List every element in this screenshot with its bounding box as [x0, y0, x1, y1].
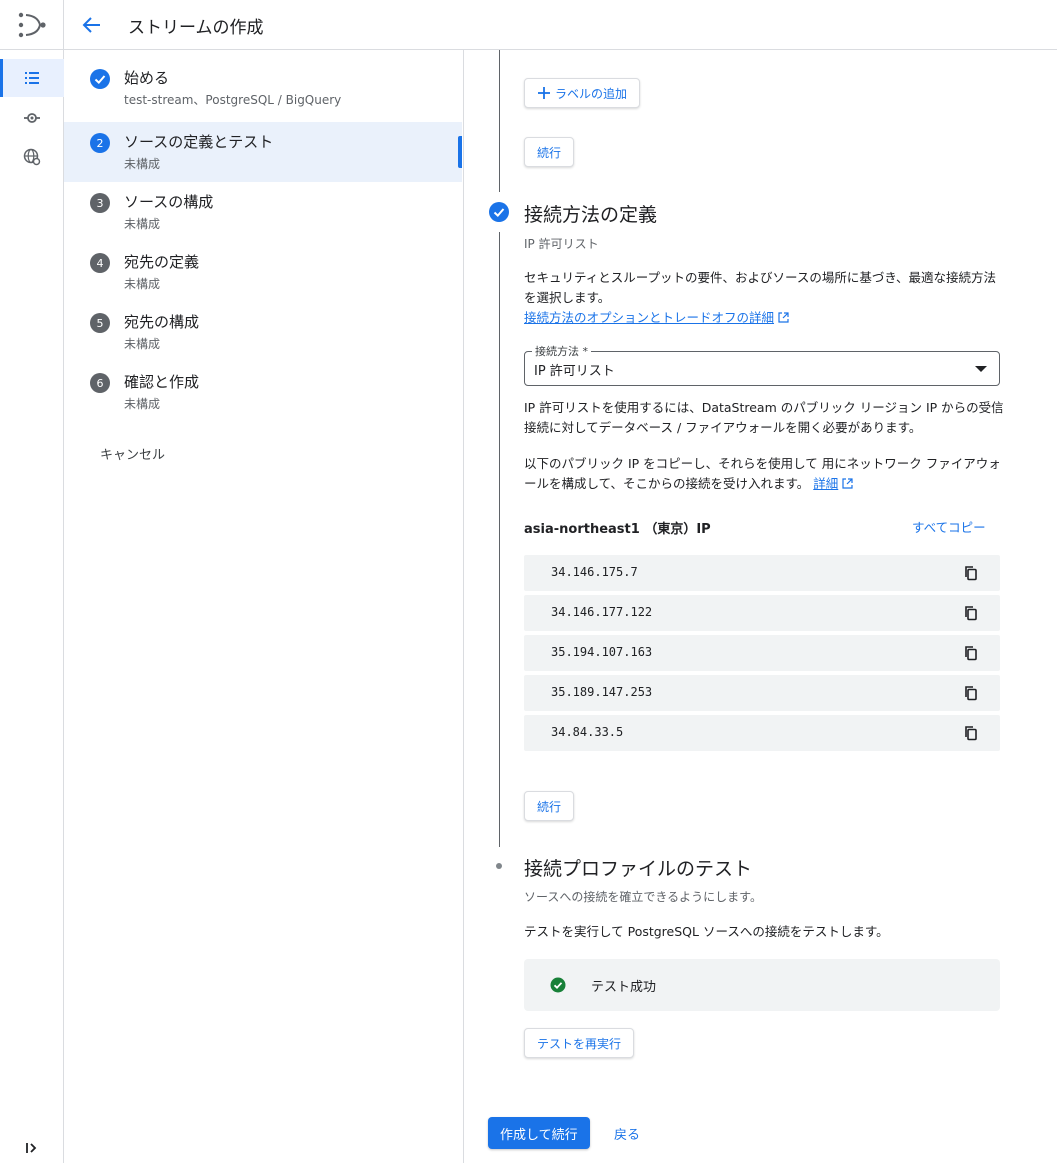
continue-button-labels[interactable]: 続行: [524, 137, 575, 167]
section-complete-check-icon: [489, 202, 509, 222]
connection-description-text: セキュリティとスループットの要件、およびソースの場所に基づき、最適な接続方法を選…: [524, 270, 997, 305]
page-title: ストリームの作成: [128, 18, 264, 38]
step-sublabel: 未構成: [124, 157, 161, 171]
copy-icon[interactable]: [963, 605, 979, 621]
connection-method-value: IP 許可リスト: [534, 364, 615, 379]
step-number: 3: [90, 193, 110, 213]
step-sublabel: 未構成: [124, 217, 161, 231]
test-result-text: テスト成功: [591, 980, 657, 995]
connection-description: セキュリティとスループットの要件、およびソースの場所に基づき、最適な接続方法を選…: [524, 268, 1004, 328]
step-sublabel: 未構成: [124, 337, 161, 351]
rail-private-connectivity[interactable]: [0, 138, 64, 176]
nav-rail: [0, 0, 64, 1163]
step-label: ソースの構成: [124, 193, 214, 211]
rail-connection-profiles[interactable]: [0, 99, 64, 137]
ip-address: 34.84.33.5: [551, 725, 624, 739]
step-configure-source[interactable]: 3 ソースの構成 未構成: [64, 182, 462, 242]
step-define-test-source[interactable]: 2 ソースの定義とテスト 未構成: [64, 122, 462, 182]
plus-icon: [538, 87, 550, 99]
rail-divider: [0, 49, 64, 50]
connection-profile-icon: [24, 113, 40, 123]
step-number: 2: [90, 133, 110, 153]
test-result-panel: テスト成功: [524, 959, 1000, 1011]
step-label: 宛先の構成: [124, 313, 200, 331]
connection-method-label: 接続方法 *: [532, 343, 591, 359]
step-number: 4: [90, 253, 110, 273]
copy-icon[interactable]: [963, 645, 979, 661]
copy-icon[interactable]: [963, 685, 979, 701]
create-continue-button[interactable]: 作成して続行: [488, 1117, 590, 1149]
stepper-line: [499, 50, 500, 192]
step-number: 6: [90, 373, 110, 393]
stepper-line: [499, 232, 500, 847]
ip-row: 35.189.147.253: [524, 675, 1000, 711]
step-pending-dot: [496, 863, 502, 869]
details-link[interactable]: 詳細: [813, 476, 838, 491]
step-label: 始める: [124, 69, 170, 87]
datastream-logo-icon[interactable]: [16, 10, 48, 40]
external-link-icon: [842, 478, 853, 489]
connection-method-title: 接続方法の定義: [524, 204, 658, 226]
cancel-button[interactable]: キャンセル: [100, 444, 165, 463]
step-define-destination[interactable]: 4 宛先の定義 未構成: [64, 242, 462, 302]
copy-all-button[interactable]: すべてコピー: [912, 517, 986, 536]
step-label: ソースの定義とテスト: [124, 133, 274, 151]
step-configure-destination[interactable]: 5 宛先の構成 未構成: [64, 302, 462, 362]
list-icon: [25, 72, 39, 84]
stepper-panel: 始める test-stream、PostgreSQL / BigQuery 2 …: [64, 50, 464, 1163]
connection-method-summary: IP 許可リスト: [524, 237, 599, 251]
test-connection-title: 接続プロファイルのテスト: [524, 858, 753, 880]
dropdown-arrow-icon: [975, 366, 987, 372]
ip-row: 34.146.175.7: [524, 555, 1000, 591]
step-sublabel: test-stream、PostgreSQL / BigQuery: [124, 93, 342, 107]
ip-address: 35.194.107.163: [551, 645, 653, 659]
back-button[interactable]: 戻る: [614, 1124, 640, 1143]
continue-button-connection[interactable]: 続行: [524, 791, 575, 821]
step-review-create[interactable]: 6 確認と作成 未構成: [64, 362, 462, 422]
ip-address: 34.146.177.122: [551, 605, 653, 619]
copy-icon[interactable]: [963, 565, 979, 581]
page-header: ストリームの作成: [64, 0, 1057, 50]
step-complete-check-icon: [90, 69, 110, 89]
step-number: 5: [90, 313, 110, 333]
step-label: 確認と作成: [124, 373, 200, 391]
connection-options-link[interactable]: 接続方法のオプションとトレードオフの詳細: [524, 310, 774, 325]
ip-address: 35.189.147.253: [551, 685, 653, 699]
ip-row: 34.84.33.5: [524, 715, 1000, 751]
add-label-text: ラベルの追加: [555, 86, 628, 101]
external-link-icon: [778, 312, 789, 323]
expand-rail-icon[interactable]: [24, 1140, 40, 1156]
add-label-button[interactable]: ラベルの追加: [524, 78, 641, 108]
copy-icon[interactable]: [963, 725, 979, 741]
connection-method-select[interactable]: 接続方法 * IP 許可リスト: [524, 343, 1000, 386]
back-arrow-icon[interactable]: [80, 13, 104, 37]
success-check-icon: [550, 977, 566, 993]
test-connection-subtitle: ソースへの接続を確立できるようにします。: [524, 890, 762, 904]
rail-streams[interactable]: [0, 59, 64, 97]
ip-row: 34.146.177.122: [524, 595, 1000, 631]
step-sublabel: 未構成: [124, 397, 161, 411]
region-ip-heading: asia-northeast1 （東京）IP: [524, 522, 711, 537]
step-label: 宛先の定義: [124, 253, 200, 271]
step-sublabel: 未構成: [124, 277, 161, 291]
main-content: ラベルの追加 続行 接続方法の定義 IP 許可リスト セキュリティとスループット…: [464, 50, 1057, 1163]
globe-settings-icon: [23, 148, 41, 166]
firewall-instructions-text: 以下のパブリック IP をコピーし、それらを使用して 用にネットワーク ファイア…: [524, 456, 1001, 491]
firewall-instructions: 以下のパブリック IP をコピーし、それらを使用して 用にネットワーク ファイア…: [524, 454, 1004, 494]
ip-allowlist-info: IP 許可リストを使用するには、DataStream のパブリック リージョン …: [524, 400, 1004, 435]
test-description: テストを実行して PostgreSQL ソースへの接続をテストします。: [524, 924, 889, 939]
ip-row: 35.194.107.163: [524, 635, 1000, 671]
step-getting-started[interactable]: 始める test-stream、PostgreSQL / BigQuery: [64, 58, 462, 118]
rerun-test-button[interactable]: テストを再実行: [524, 1028, 635, 1058]
ip-address: 34.146.175.7: [551, 565, 638, 579]
